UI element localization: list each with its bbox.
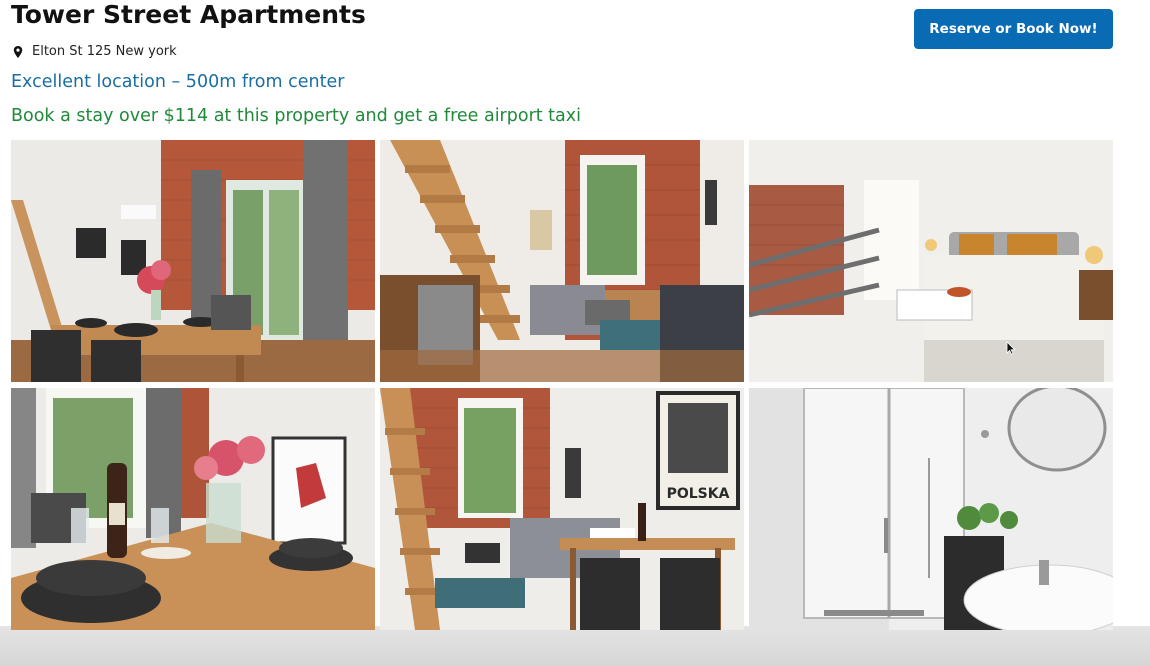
promo-message: Book a stay over $114 at this property a… — [11, 106, 581, 126]
reserve-button[interactable]: Reserve or Book Now! — [914, 9, 1113, 49]
gallery-photo-5[interactable]: POLSKA — [380, 388, 744, 630]
photo-6-image — [749, 388, 1113, 630]
poster-text: POLSKA — [667, 486, 730, 502]
property-address: Elton St 125 New york — [11, 44, 177, 59]
photo-gallery: POLSKA — [11, 140, 1113, 630]
mouse-cursor-icon — [1006, 341, 1016, 355]
photo-1-image — [11, 140, 375, 382]
photo-2-image — [380, 140, 744, 382]
bottom-shade — [0, 626, 1150, 666]
photo-4-image — [11, 388, 375, 630]
location-pin-icon — [13, 45, 23, 58]
gallery-photo-6[interactable] — [749, 388, 1113, 630]
gallery-photo-3[interactable] — [749, 140, 1113, 382]
address-text: Elton St 125 New york — [32, 44, 177, 59]
gallery-photo-2[interactable] — [380, 140, 744, 382]
photo-3-image — [749, 140, 1113, 382]
gallery-photo-4[interactable] — [11, 388, 375, 630]
location-note: Excellent location – 500m from center — [11, 72, 345, 92]
photo-5-image: POLSKA — [380, 388, 744, 630]
gallery-photo-1[interactable] — [11, 140, 375, 382]
property-title: Tower Street Apartments — [11, 0, 366, 29]
